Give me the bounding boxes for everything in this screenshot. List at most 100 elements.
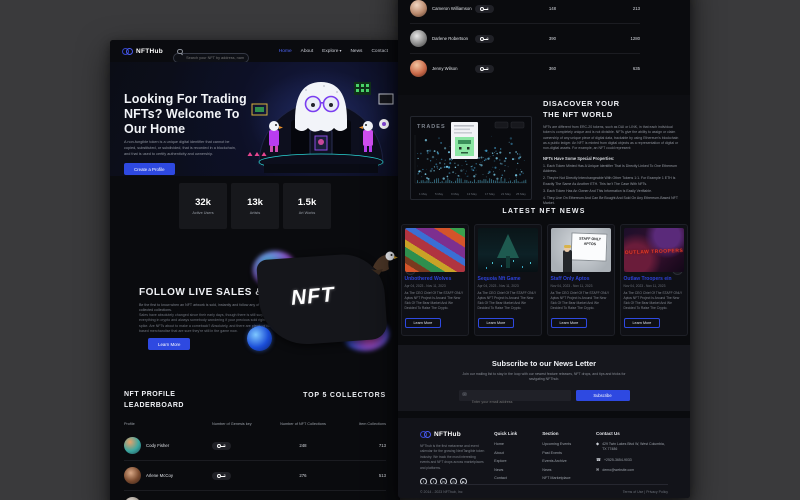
- chevron-down-icon: ▾: [339, 48, 341, 53]
- earth-globe-image: [247, 326, 272, 351]
- phone-icon: ☎: [596, 458, 601, 463]
- email-text[interactable]: demo@website.com: [602, 468, 666, 473]
- news-card[interactable]: STAFF ONLY APTOS Staff Only Aptos Nov 04…: [547, 224, 615, 336]
- discover-title: DISACOVER YOUR THE NFT WORLD: [543, 99, 679, 121]
- nft-collage-image: NFT: [255, 253, 395, 351]
- nfthub-logo-icon: [122, 48, 133, 55]
- genesis-key-badge: 6: [475, 35, 494, 43]
- svg-text:21 May: 21 May: [501, 192, 511, 196]
- footer-contact: Contact Us ◆429 Twin Lakes Blvd W, West …: [596, 431, 668, 485]
- nfthub-logo[interactable]: NFTHub: [122, 48, 163, 55]
- footer-bottom-bar: © 2014 - 2023 NFThub, Inc Terms of Use |…: [420, 484, 668, 494]
- news-card[interactable]: Sequoia Nft Game Apr 04, 2023 - Nov 11, …: [474, 224, 542, 336]
- table-row[interactable]: Darlene Robertson 6 390 1280: [410, 24, 640, 54]
- map-pin-icon: ◆: [596, 442, 599, 447]
- footer-section-links: Section Upcoming Events Past Events Even…: [542, 431, 596, 485]
- news-title: LATEST NFT NEWS: [398, 208, 690, 215]
- table-row[interactable]: Jenny Wilson 5 360 635: [410, 54, 640, 83]
- svg-text:9 May: 9 May: [451, 192, 460, 196]
- discover-list-intro: NFTs Have Some Special Properties:: [543, 156, 679, 161]
- stats-row: 32k Active Users 13k Artists 1.5k Art Wo…: [110, 183, 400, 229]
- learn-more-button[interactable]: Learn More: [551, 318, 588, 328]
- news-card-dates: Apr 04, 2023 - Nov 11, 2023: [405, 284, 465, 288]
- genesis-key-badge: 5: [475, 65, 494, 73]
- footer-link-upcoming-events[interactable]: Upcoming Events: [542, 442, 596, 446]
- email-field[interactable]: [459, 396, 571, 407]
- list-item: 3. Each Token Has An Owner And This Info…: [543, 189, 679, 194]
- hero-illustration: [236, 68, 396, 176]
- newsletter-body: Join our mailing list to stay in the loo…: [458, 372, 630, 383]
- table-row[interactable]: [124, 491, 386, 500]
- news-card-image: OUTLAW TROOPERS: [624, 228, 684, 272]
- address-text: 429 Twin Lakes Blvd W, West Columbia, TX…: [602, 442, 666, 453]
- footer-link-about[interactable]: About: [494, 451, 542, 455]
- leaderboard-section: NFT PROFILE LEADERBOARD TOP 5 COLLECTORS…: [124, 390, 386, 500]
- list-item: 4. They Live On Ethereum And Can Be Boug…: [543, 196, 679, 207]
- table-row[interactable]: Arlene McCoy 3 276 513: [124, 461, 386, 491]
- news-card[interactable]: OUTLAW TROOPERS Outlaw Troopers ein Nov …: [620, 224, 688, 336]
- news-card-image: [405, 228, 465, 272]
- news-card-title: Sequoia Nft Game: [478, 276, 538, 282]
- legal-links[interactable]: Terms of Use | Privacy Policy: [623, 490, 668, 494]
- stat-value: 13k: [247, 197, 263, 208]
- stat-artists: 13k Artists: [231, 183, 279, 229]
- footer-link-news-2[interactable]: News: [542, 468, 596, 472]
- stat-value: 32k: [195, 197, 211, 208]
- table-row[interactable]: Cameron Williamson 4 148 213: [410, 0, 640, 24]
- nav-contact[interactable]: Contact: [371, 49, 388, 54]
- footer-link-news[interactable]: News: [494, 468, 542, 472]
- key-icon: [217, 444, 221, 448]
- secondary-page-panel: Cameron Williamson 4 148 213 Darlene Rob…: [398, 0, 690, 498]
- create-profile-button[interactable]: Create a Profile: [124, 163, 175, 175]
- chart-title: TRADES: [417, 124, 446, 130]
- mini-volume-bars: [417, 178, 526, 183]
- nfthub-logo[interactable]: NFTHub: [420, 431, 494, 438]
- stat-label: Art Works: [299, 211, 316, 215]
- news-card-dates: Nov 04, 2023 - Nov 11, 2023: [624, 284, 684, 288]
- search-bar[interactable]: [173, 46, 249, 56]
- svg-text:17 May: 17 May: [485, 192, 495, 196]
- key-icon: [480, 7, 484, 11]
- leaderboard-title: NFT PROFILE LEADERBOARD: [124, 390, 184, 411]
- footer-link-home[interactable]: Home: [494, 442, 542, 446]
- svg-text:25 May: 25 May: [516, 192, 526, 196]
- footer-link-contact[interactable]: Contact: [494, 476, 542, 480]
- follow-learn-more-button[interactable]: Learn More: [148, 338, 190, 350]
- svg-text:13 May: 13 May: [467, 192, 477, 196]
- latest-news-section: LATEST NFT NEWS ‹ › Unbothered Wolves Ap…: [398, 208, 690, 362]
- nfthub-logo-icon: [420, 431, 431, 438]
- phone-text[interactable]: +2525-3654-9033: [604, 458, 668, 463]
- learn-more-button[interactable]: Learn More: [405, 318, 442, 328]
- subscribe-button[interactable]: Subscribe: [576, 390, 630, 401]
- newsletter-form: ✉ Subscribe: [459, 390, 630, 401]
- nav-about[interactable]: About: [301, 49, 314, 54]
- footer-link-nft-marketplace[interactable]: NFT Marketplace: [542, 476, 596, 480]
- mail-icon: ✉: [463, 392, 467, 398]
- news-card-title: Outlaw Troopers ein: [624, 276, 684, 282]
- follow-live-sales-section: FOLLOW LIVE SALES & LISTINGS Be the firs…: [124, 245, 386, 377]
- learn-more-button[interactable]: Learn More: [478, 318, 515, 328]
- landing-page-panel: NFTHub Home About Explore▾ News Contact …: [110, 40, 400, 500]
- news-card[interactable]: Unbothered Wolves Apr 04, 2023 - Nov 11,…: [401, 224, 469, 336]
- footer-link-past-events[interactable]: Past Events: [542, 451, 596, 455]
- news-card-dates: Nov 04, 2023 - Nov 11, 2023: [551, 284, 611, 288]
- footer-link-events-archive[interactable]: Events Archive: [542, 459, 596, 463]
- key-icon: [217, 474, 221, 478]
- stat-label: Artists: [250, 211, 261, 215]
- news-card-title: Unbothered Wolves: [405, 276, 465, 282]
- table-row[interactable]: Cody Fisher 5 248 713: [124, 431, 386, 461]
- genesis-key-badge: 3: [212, 472, 231, 480]
- stat-label: Active Users: [192, 211, 213, 215]
- news-card-body: As The CEO Chief Of The STAFF ONLY Aptos…: [624, 291, 684, 311]
- search-icon: [177, 49, 183, 55]
- footer-link-explore[interactable]: Explore: [494, 459, 542, 463]
- news-card-body: As The CEO Chief Of The STAFF ONLY Aptos…: [405, 291, 465, 311]
- learn-more-button[interactable]: Learn More: [624, 318, 661, 328]
- nav-explore[interactable]: Explore▾: [322, 48, 341, 54]
- news-card-body: As The CEO Chief Of The STAFF ONLY Aptos…: [478, 291, 538, 311]
- nav-home[interactable]: Home: [279, 49, 292, 54]
- news-card-image: STAFF ONLY APTOS: [551, 228, 611, 272]
- site-footer: NFTHub NFThub is the first metaverse and…: [398, 418, 690, 498]
- nav-news[interactable]: News: [350, 49, 362, 54]
- table-header: Profile Number of Genesis key Number of …: [124, 422, 386, 426]
